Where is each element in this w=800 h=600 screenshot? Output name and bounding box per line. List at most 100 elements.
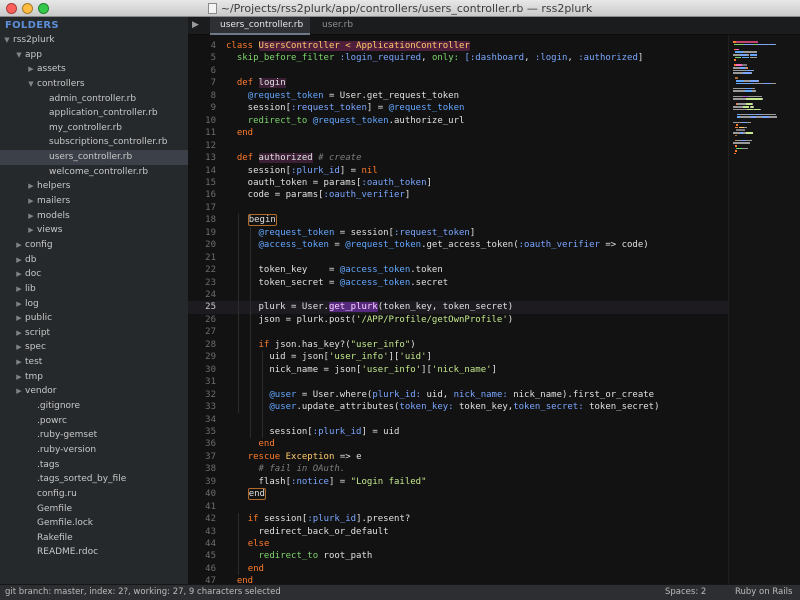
disclosure-closed-icon[interactable]: ▶ [15, 355, 23, 370]
tree-item[interactable]: ▶ doc [0, 267, 188, 282]
tab-users-controller[interactable]: users_controller.rb [210, 17, 310, 35]
minimap-stroke [744, 126, 747, 129]
disclosure-closed-icon[interactable]: ▶ [15, 297, 23, 312]
code-line: token_secret = @access_token.secret [226, 277, 449, 289]
tree-item[interactable]: my_controller.rb [0, 121, 188, 136]
tree-item-label: .tags_sorted_by_file [37, 474, 127, 485]
tree-item[interactable]: users_controller.rb [0, 150, 188, 165]
minimap-stroke [752, 82, 763, 85]
disclosure-closed-icon[interactable]: ▶ [15, 370, 23, 385]
disclosure-closed-icon[interactable]: ▶ [27, 194, 35, 209]
disclosure-open-icon[interactable]: ▼ [3, 33, 11, 48]
disclosure-closed-icon[interactable]: ▶ [15, 311, 23, 326]
tree-item[interactable]: ▶ vendor [0, 384, 188, 399]
minimap[interactable] [728, 35, 800, 584]
code-token: :notice [291, 476, 329, 487]
tree-item[interactable]: Rakefile [0, 531, 188, 546]
tree-item[interactable]: ▶ config [0, 238, 188, 253]
tree-item[interactable]: ▶ script [0, 326, 188, 341]
code-token: # create [318, 153, 362, 164]
minimap-stroke [770, 82, 776, 85]
line-number: 19 [205, 227, 216, 238]
tree-item[interactable]: ▼ controllers [0, 77, 188, 92]
disclosure-open-icon[interactable]: ▼ [27, 77, 35, 92]
line-number: 31 [205, 377, 216, 388]
code-token: ][ [388, 352, 400, 363]
tree-item[interactable]: ▶ test [0, 355, 188, 370]
code-line: @request_token = session[:request_token] [226, 227, 476, 239]
tab-user[interactable]: user.rb [312, 17, 392, 35]
disclosure-closed-icon[interactable]: ▶ [15, 253, 23, 268]
line-number: 22 [205, 265, 216, 276]
code-line: session[:plurk_id] = uid [226, 426, 399, 438]
tree-item[interactable]: ▼ app [0, 48, 188, 63]
code-token: .token [410, 265, 443, 276]
tab-list-arrow-icon[interactable]: ▶ [192, 20, 199, 30]
minimap-stroke [740, 113, 748, 116]
disclosure-closed-icon[interactable]: ▶ [15, 340, 23, 355]
tree-item[interactable]: ▶ db [0, 253, 188, 268]
tree-item[interactable]: .gitignore [0, 399, 188, 414]
minimap-stroke [735, 126, 739, 129]
code-token: end [247, 563, 264, 574]
disclosure-open-icon[interactable]: ▼ [15, 48, 23, 63]
tree-item[interactable]: .powrc [0, 414, 188, 429]
code-token: 'uid' [399, 352, 427, 363]
tree-item[interactable]: ▶ public [0, 311, 188, 326]
minimap-stroke [733, 121, 742, 124]
code-token: session[ [258, 514, 308, 525]
code-line: token_key = @access_token.token [226, 264, 443, 276]
tree-item[interactable]: admin_controller.rb [0, 92, 188, 107]
code-token: .authorize_url [388, 115, 465, 126]
tree-item[interactable]: .ruby-gemset [0, 428, 188, 443]
code-token: , [524, 53, 535, 64]
code-token: end [236, 576, 254, 584]
tree-item[interactable]: ▶ lib [0, 282, 188, 297]
disclosure-closed-icon[interactable]: ▶ [15, 326, 23, 341]
minimap-stroke [746, 67, 749, 69]
tree-item[interactable]: .ruby-version [0, 443, 188, 458]
disclosure-closed-icon[interactable]: ▶ [15, 238, 23, 253]
disclosure-closed-icon[interactable]: ▶ [15, 384, 23, 399]
tree-item[interactable]: ▶ log [0, 297, 188, 312]
tree-item[interactable]: subscriptions_controller.rb [0, 135, 188, 150]
disclosure-closed-icon[interactable]: ▶ [27, 209, 35, 224]
tree-item[interactable]: application_controller.rb [0, 106, 188, 121]
code-token: @request_token [312, 115, 389, 126]
tree-item[interactable]: ▼ rss2plurk [0, 33, 188, 48]
disclosure-closed-icon[interactable]: ▶ [27, 62, 35, 77]
tree-item-label: Gemfile [37, 503, 72, 514]
code-line: end [226, 575, 253, 584]
tree-item[interactable]: ▶ helpers [0, 179, 188, 194]
disclosure-closed-icon[interactable]: ▶ [15, 267, 23, 282]
tree-item[interactable]: Gemfile.lock [0, 516, 188, 531]
tree-item[interactable]: README.rdoc [0, 545, 188, 560]
minimap-stroke [735, 134, 737, 137]
code-token: def [236, 78, 259, 89]
code-token: = User.where( [296, 389, 373, 400]
tree-item[interactable]: ▶ views [0, 223, 188, 238]
tree-item[interactable]: welcome_controller.rb [0, 165, 188, 180]
tree-item[interactable]: ▶ tmp [0, 370, 188, 385]
disclosure-closed-icon[interactable]: ▶ [27, 179, 35, 194]
disclosure-closed-icon[interactable]: ▶ [27, 223, 35, 238]
indentation-setting[interactable]: Spaces: 2 [665, 585, 706, 600]
code-editor[interactable]: 4 5 6 7 8 9 10 11 12 13 14 15 16 17 18 19 20 21 22 23 24 25 26… [188, 35, 728, 584]
disclosure-closed-icon[interactable]: ▶ [15, 282, 23, 297]
minimap-stroke [762, 82, 771, 85]
tree-item[interactable]: .tags_sorted_by_file [0, 472, 188, 487]
code-line: @user.update_attributes(token_key: token… [226, 401, 659, 413]
syntax-selector[interactable]: Ruby on Rails [735, 585, 792, 600]
tree-item[interactable]: ▶ mailers [0, 194, 188, 209]
tree-item[interactable]: ▶ models [0, 209, 188, 224]
tree-item[interactable]: ▶ spec [0, 340, 188, 355]
tree-item[interactable]: ▶ assets [0, 62, 188, 77]
tree-item[interactable]: .tags [0, 458, 188, 473]
tree-item[interactable]: Gemfile [0, 502, 188, 517]
tree-item[interactable]: config.ru [0, 487, 188, 502]
